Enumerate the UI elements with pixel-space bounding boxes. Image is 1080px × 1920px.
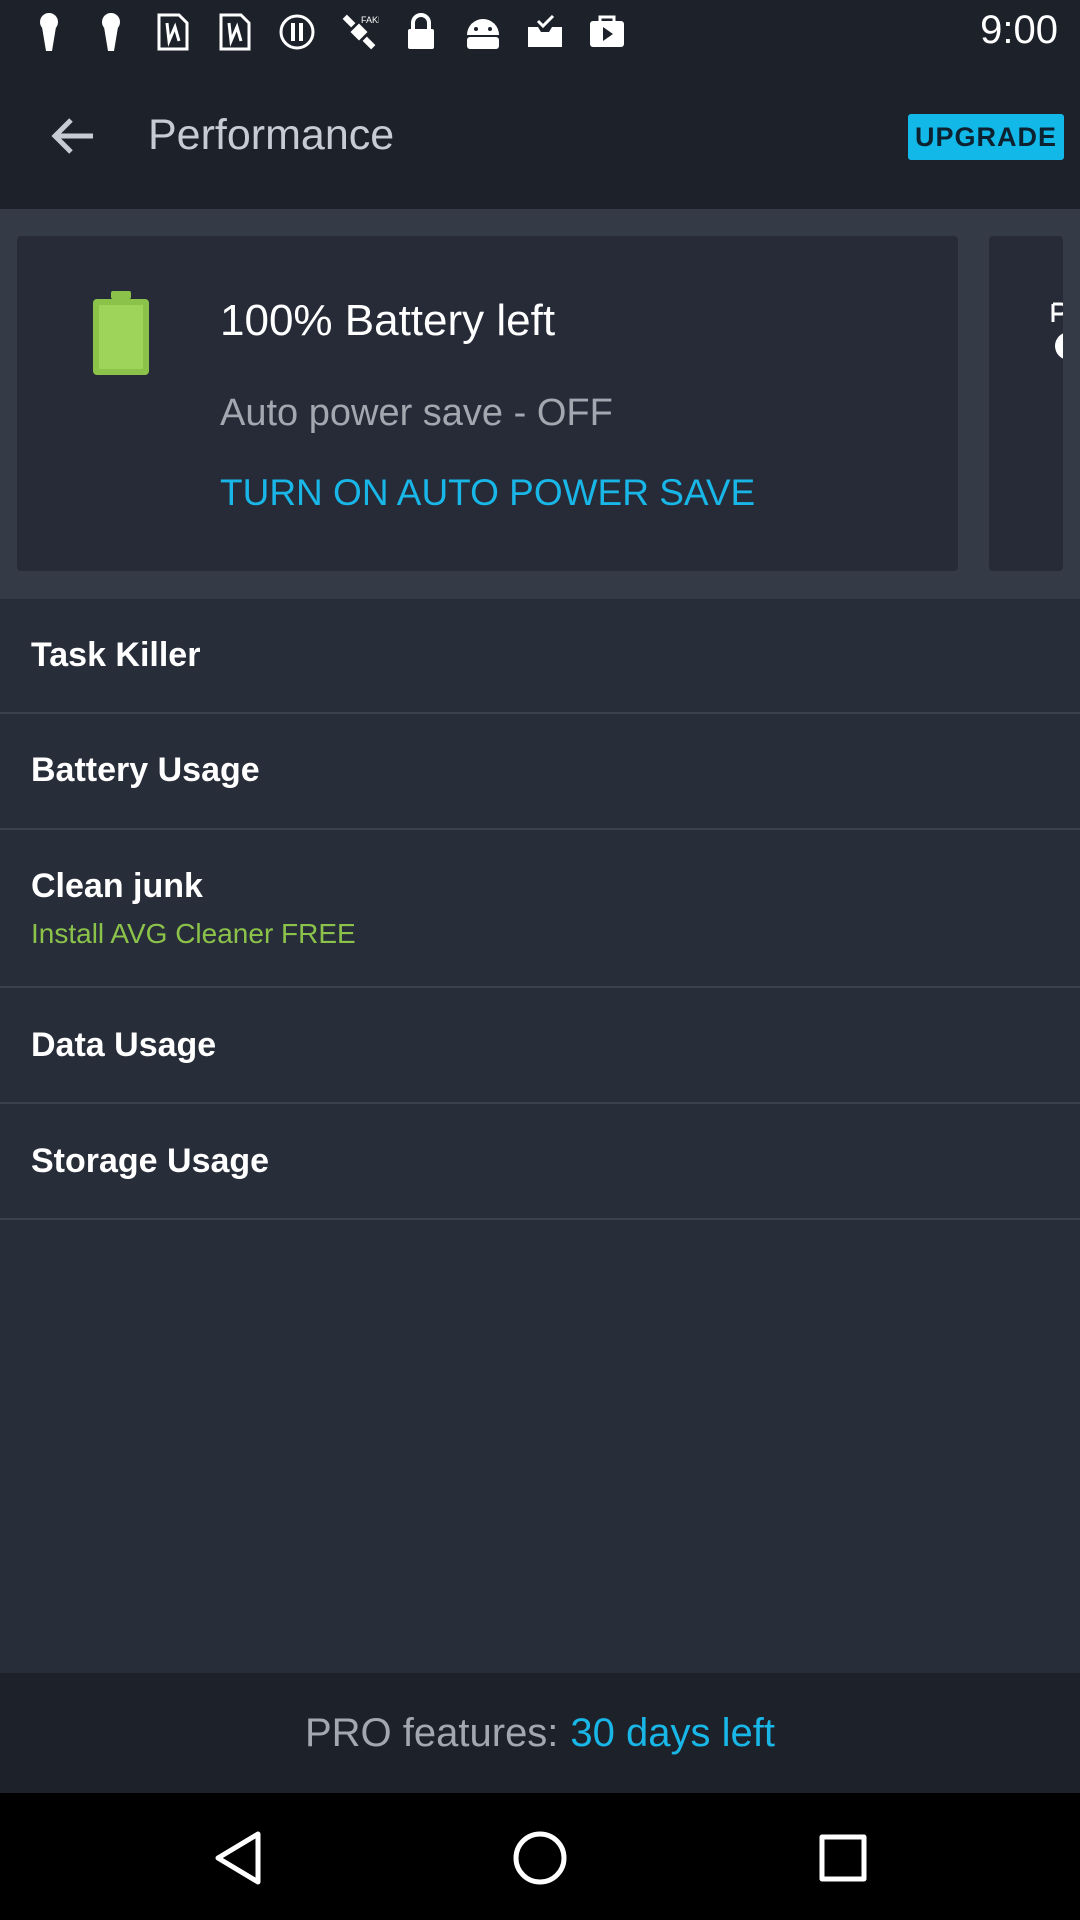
list-item-storage-usage[interactable]: Storage Usage: [0, 1104, 1080, 1220]
arrow-left-icon: [51, 118, 93, 154]
alert-icon: [274, 12, 320, 52]
battery-card: 100% Battery left Auto power save - OFF …: [17, 236, 958, 571]
list-item-clean-junk[interactable]: Clean junk Install AVG Cleaner FREE: [0, 830, 1080, 988]
battery-icon: [93, 291, 149, 375]
square-recents-icon: [819, 1834, 867, 1882]
battery-level-text: 100% Battery left: [220, 296, 556, 345]
turn-on-auto-power-save-link[interactable]: TURN ON AUTO POWER SAVE: [220, 472, 755, 514]
pro-days-left: 30 days left: [570, 1710, 775, 1755]
status-bar: FAKE 9:00: [0, 0, 1080, 63]
list-item-data-usage[interactable]: Data Usage: [0, 988, 1080, 1104]
partial-card-icon: [1051, 302, 1063, 359]
lock-icon: [398, 12, 444, 52]
play-store-icon: [584, 12, 630, 52]
back-button[interactable]: [40, 103, 106, 169]
inbox-check-icon: [522, 12, 568, 52]
navigation-bar: [0, 1793, 1080, 1920]
card-carousel[interactable]: 100% Battery left Auto power save - OFF …: [0, 209, 1080, 599]
android-icon: [460, 12, 506, 52]
svg-text:FAKE: FAKE: [361, 15, 379, 25]
app-bar: Performance UPGRADE: [0, 63, 1080, 209]
pro-features-banner[interactable]: PRO features: 30 days left: [0, 1673, 1080, 1793]
status-icons: FAKE: [26, 12, 630, 52]
clean-junk-label: Clean junk: [31, 867, 203, 905]
performance-menu: Task Killer Battery Usage Clean junk Ins…: [0, 599, 1080, 1673]
clean-junk-subtitle: Install AVG Cleaner FREE: [31, 918, 356, 949]
auto-power-save-status: Auto power save - OFF: [220, 392, 613, 434]
list-item-task-killer[interactable]: Task Killer: [0, 599, 1080, 714]
nav-back-button[interactable]: [203, 1823, 273, 1893]
upgrade-button[interactable]: UPGRADE: [908, 114, 1064, 160]
task-killer-label: Task Killer: [31, 636, 201, 674]
keyhole-icon: [26, 12, 72, 52]
sim-card-icon: [150, 12, 196, 52]
nav-recents-button[interactable]: [808, 1823, 878, 1893]
nav-home-button[interactable]: [505, 1823, 575, 1893]
data-usage-label: Data Usage: [31, 1026, 217, 1064]
satellite-icon: FAKE: [336, 12, 382, 52]
page-title: Performance: [148, 111, 395, 159]
battery-usage-label: Battery Usage: [31, 751, 260, 789]
triangle-back-icon: [215, 1831, 261, 1885]
status-time: 9:00: [980, 8, 1058, 52]
keyhole-icon: [88, 12, 134, 52]
circle-home-icon: [513, 1831, 567, 1885]
storage-usage-label: Storage Usage: [31, 1142, 270, 1180]
pro-features-label: PRO features:: [304, 1710, 559, 1755]
list-item-battery-usage[interactable]: Battery Usage: [0, 714, 1080, 830]
next-card-peek[interactable]: [989, 236, 1063, 571]
sim-card-icon: [212, 12, 258, 52]
